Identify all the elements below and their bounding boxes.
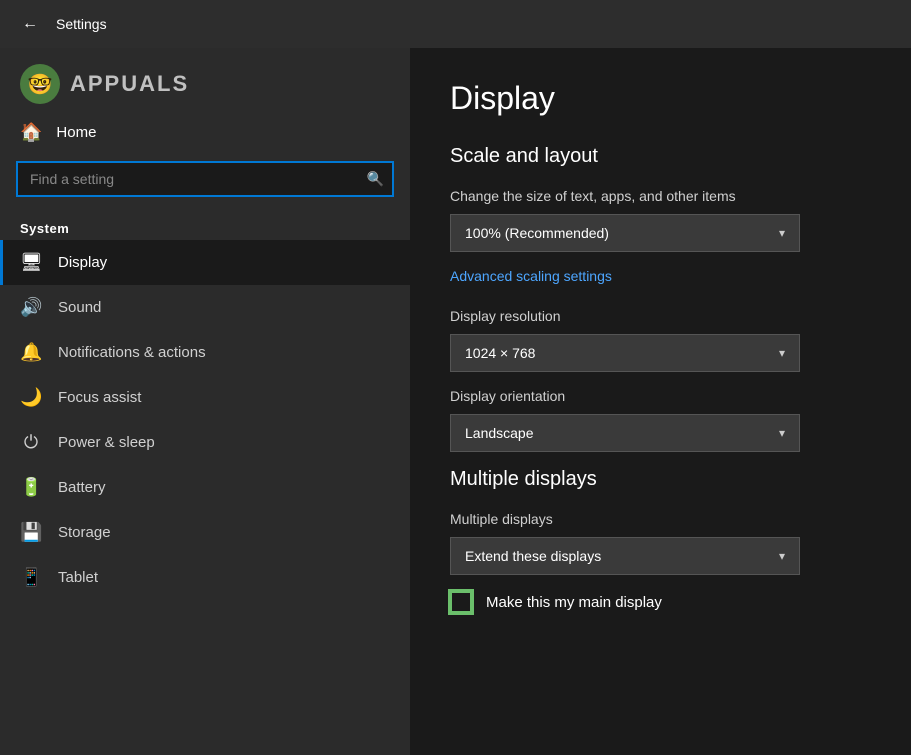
notifications-icon: 🔔 bbox=[20, 342, 42, 363]
sidebar-item-focus[interactable]: 🌙 Focus assist bbox=[0, 375, 410, 420]
title-bar: ← Settings bbox=[0, 0, 911, 48]
resolution-chevron-icon: ▾ bbox=[779, 346, 785, 360]
text-size-label: Change the size of text, apps, and other… bbox=[450, 188, 871, 204]
sidebar-item-battery[interactable]: 🔋 Battery bbox=[0, 465, 410, 510]
main-display-checkbox-row: Make this my main display bbox=[450, 591, 871, 613]
sidebar: 🤓 APPUALS 🏠 Home 🔍 System 🖥 Display 🔊 So… bbox=[0, 48, 410, 755]
orientation-dropdown[interactable]: Landscape ▾ bbox=[450, 414, 800, 452]
sidebar-search: 🔍 bbox=[16, 161, 394, 197]
power-icon: ⏻ bbox=[20, 432, 42, 453]
sidebar-item-focus-label: Focus assist bbox=[58, 389, 141, 406]
tablet-icon: 📱 bbox=[20, 567, 42, 588]
sidebar-item-tablet-label: Tablet bbox=[58, 569, 98, 586]
main-display-checkbox-label: Make this my main display bbox=[486, 594, 662, 611]
scale-layout-title: Scale and layout bbox=[450, 145, 871, 168]
sidebar-item-storage[interactable]: 💾 Storage bbox=[0, 510, 410, 555]
home-icon: 🏠 bbox=[20, 122, 42, 143]
search-icon: 🔍 bbox=[367, 171, 384, 188]
battery-icon: 🔋 bbox=[20, 477, 42, 498]
text-size-dropdown[interactable]: 100% (Recommended) ▾ bbox=[450, 214, 800, 252]
display-icon: 🖥 bbox=[20, 252, 42, 273]
sidebar-item-tablet[interactable]: 📱 Tablet bbox=[0, 555, 410, 600]
sidebar-item-sound[interactable]: 🔊 Sound bbox=[0, 285, 410, 330]
sidebar-home-item[interactable]: 🏠 Home bbox=[0, 112, 410, 153]
focus-icon: 🌙 bbox=[20, 387, 42, 408]
sidebar-item-notifications-label: Notifications & actions bbox=[58, 344, 206, 361]
multiple-displays-label: Multiple displays bbox=[450, 511, 871, 527]
main-display-checkbox[interactable] bbox=[450, 591, 472, 613]
content-area: Display Scale and layout Change the size… bbox=[410, 48, 911, 755]
back-button[interactable]: ← bbox=[16, 10, 44, 38]
multiple-displays-value: Extend these displays bbox=[465, 548, 601, 564]
orientation-value: Landscape bbox=[465, 425, 534, 441]
sidebar-logo: 🤓 APPUALS bbox=[0, 48, 410, 112]
scale-layout-section: Scale and layout Change the size of text… bbox=[450, 145, 871, 452]
logo-icon: 🤓 bbox=[20, 64, 60, 104]
sidebar-item-battery-label: Battery bbox=[58, 479, 106, 496]
search-input[interactable] bbox=[16, 161, 394, 197]
sidebar-item-storage-label: Storage bbox=[58, 524, 111, 541]
sidebar-item-display-label: Display bbox=[58, 254, 107, 271]
multiple-displays-dropdown[interactable]: Extend these displays ▾ bbox=[450, 537, 800, 575]
sidebar-item-display[interactable]: 🖥 Display bbox=[0, 240, 410, 285]
sidebar-item-power-label: Power & sleep bbox=[58, 434, 155, 451]
advanced-scaling-link[interactable]: Advanced scaling settings bbox=[450, 268, 612, 284]
orientation-label: Display orientation bbox=[450, 388, 871, 404]
home-label: Home bbox=[56, 124, 96, 141]
resolution-dropdown[interactable]: 1024 × 768 ▾ bbox=[450, 334, 800, 372]
page-title: Display bbox=[450, 80, 871, 117]
title-bar-label: Settings bbox=[56, 16, 107, 32]
sidebar-item-notifications[interactable]: 🔔 Notifications & actions bbox=[0, 330, 410, 375]
sidebar-item-sound-label: Sound bbox=[58, 299, 101, 316]
sound-icon: 🔊 bbox=[20, 297, 42, 318]
resolution-value: 1024 × 768 bbox=[465, 345, 535, 361]
sidebar-item-power[interactable]: ⏻ Power & sleep bbox=[0, 420, 410, 465]
multiple-displays-section: Multiple displays Multiple displays Exte… bbox=[450, 468, 871, 613]
multiple-displays-chevron-icon: ▾ bbox=[779, 549, 785, 563]
text-size-value: 100% (Recommended) bbox=[465, 225, 609, 241]
storage-icon: 💾 bbox=[20, 522, 42, 543]
orientation-chevron-icon: ▾ bbox=[779, 426, 785, 440]
logo-text: APPUALS bbox=[70, 71, 189, 97]
sidebar-section-label: System bbox=[0, 213, 410, 240]
multiple-displays-title: Multiple displays bbox=[450, 468, 871, 491]
main-layout: 🤓 APPUALS 🏠 Home 🔍 System 🖥 Display 🔊 So… bbox=[0, 48, 911, 755]
text-size-chevron-icon: ▾ bbox=[779, 226, 785, 240]
resolution-label: Display resolution bbox=[450, 308, 871, 324]
